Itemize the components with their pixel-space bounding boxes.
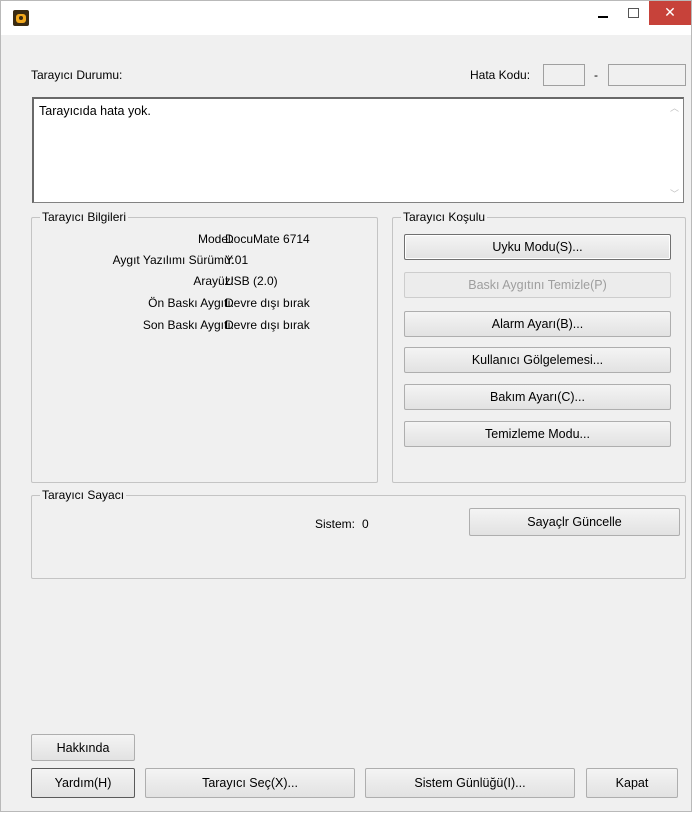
clear-imprinter-button[interactable]: Baskı Aygıtını Temizle(P) [404, 272, 671, 298]
sleep-mode-button[interactable]: Uyku Modu(S)... [404, 234, 671, 260]
info-row-model: Model: DocuMate 6714 [32, 232, 377, 250]
info-row-post-imprinter: Son Baskı Aygıtı: Devre dışı bırak [32, 318, 377, 336]
info-value: Devre dışı bırak [225, 318, 310, 332]
help-button[interactable]: Yardım(H) [31, 768, 135, 798]
main-window: ✕ Tarayıcı Durumu: Hata Kodu: - Tarayıcı… [0, 0, 692, 812]
info-value: DocuMate 6714 [225, 232, 310, 246]
system-log-button[interactable]: Sistem Günlüğü(I)... [365, 768, 575, 798]
scanner-condition-group: Tarayıcı Koşulu Uyku Modu(S)... Baskı Ay… [392, 210, 686, 483]
scroll-down-arrow-icon[interactable]: ﹀ [666, 185, 683, 202]
scanner-condition-title: Tarayıcı Koşulu [401, 210, 488, 224]
alarm-settings-button[interactable]: Alarm Ayarı(B)... [404, 311, 671, 337]
maximize-button[interactable] [618, 1, 648, 25]
minimize-button[interactable] [588, 1, 618, 25]
error-code-label: Hata Kodu: [470, 68, 531, 82]
update-counters-button[interactable]: Sayaçlr Güncelle [469, 508, 680, 536]
scanner-counter-group: Tarayıcı Sayacı Sistem: 0 Sayaçlr Güncel… [31, 488, 686, 579]
info-key: Son Baskı Aygıtı: [142, 318, 234, 332]
maximize-icon [627, 8, 639, 18]
error-code-field-1 [543, 64, 585, 86]
status-message-box[interactable]: Tarayıcıda hata yok. ︿ ﹀ [32, 97, 684, 203]
user-shading-button[interactable]: Kullanıcı Gölgelemesi... [404, 347, 671, 373]
info-key: Ön Baskı Aygıtı: [148, 296, 234, 310]
about-button[interactable]: Hakkında [31, 734, 135, 761]
scanner-info-title: Tarayıcı Bilgileri [40, 210, 129, 224]
close-button[interactable]: Kapat [586, 768, 678, 798]
select-scanner-button[interactable]: Tarayıcı Seç(X)... [145, 768, 355, 798]
scroll-up-arrow-icon[interactable]: ︿ [666, 99, 683, 116]
status-message: Tarayıcıda hata yok. [39, 104, 151, 118]
system-counter-label: Sistem: [315, 517, 356, 531]
scanner-counter-title: Tarayıcı Sayacı [40, 488, 127, 502]
info-value: USB (2.0) [225, 274, 278, 288]
scanner-camera-icon [13, 10, 29, 26]
cleaning-mode-button[interactable]: Temizleme Modu... [404, 421, 671, 447]
info-row-pre-imprinter: Ön Baskı Aygıtı: Devre dışı bırak [32, 296, 377, 314]
status-scrollbar[interactable]: ︿ ﹀ [666, 99, 683, 202]
error-code-separator: - [594, 68, 598, 82]
title-bar: ✕ [1, 1, 691, 35]
info-value: Y.01 [225, 253, 249, 267]
info-row-firmware: Aygıt Yazılımı Sürümü: Y.01 [32, 253, 377, 271]
scanner-status-label: Tarayıcı Durumu: [31, 68, 123, 82]
info-key: Aygıt Yazılımı Sürümü: [112, 253, 234, 267]
minimize-icon [598, 16, 608, 18]
scanner-info-group: Tarayıcı Bilgileri Model: DocuMate 6714 … [31, 210, 378, 483]
maintenance-settings-button[interactable]: Bakım Ayarı(C)... [404, 384, 671, 410]
info-value: Devre dışı bırak [225, 296, 310, 310]
info-row-interface: Arayüz: USB (2.0) [32, 274, 377, 292]
error-code-field-2 [608, 64, 686, 86]
close-icon: ✕ [664, 5, 676, 21]
close-window-button[interactable]: ✕ [649, 1, 691, 25]
system-counter-value: 0 [362, 517, 369, 531]
